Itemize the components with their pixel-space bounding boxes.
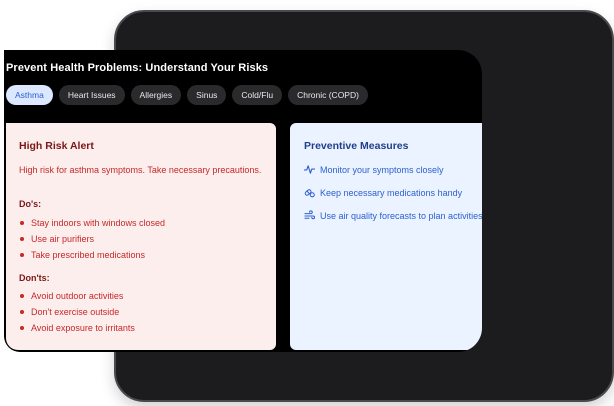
donts-list: Avoid outdoor activities Don't exercise … (19, 288, 135, 336)
preventive-item-label: Monitor your symptoms closely (320, 164, 444, 175)
risk-title: High Risk Alert (19, 140, 94, 152)
dos-item-label: Take prescribed medications (31, 250, 146, 260)
bullet-icon (20, 237, 24, 241)
tab-chronic-copd[interactable]: Chronic (COPD) (288, 85, 368, 105)
donts-heading: Don'ts: (19, 273, 50, 283)
dos-item-label: Use air purifiers (31, 234, 95, 244)
activity-icon (304, 165, 315, 174)
preventive-measures-card: Preventive Measures Monitor your symptom… (290, 123, 482, 350)
preventive-item: Keep necessary medications handy (304, 187, 462, 198)
page-title: Prevent Health Problems: Understand Your… (6, 62, 269, 74)
list-item: Avoid exposure to irritants (19, 320, 135, 336)
bullet-icon (20, 294, 24, 298)
list-item: Stay indoors with windows closed (19, 215, 165, 231)
tab-asthma[interactable]: Asthma (6, 85, 53, 105)
bullet-icon (20, 253, 24, 257)
bullet-icon (20, 310, 24, 314)
donts-item-label: Avoid exposure to irritants (31, 323, 135, 333)
screenshot-stage: Prevent Health Problems: Understand Your… (0, 0, 614, 406)
dos-list: Stay indoors with windows closed Use air… (19, 215, 165, 263)
tab-heart-issues[interactable]: Heart Issues (58, 85, 125, 105)
donts-item-label: Don't exercise outside (31, 307, 120, 317)
health-risks-panel: Prevent Health Problems: Understand Your… (4, 50, 482, 352)
tab-cold-flu[interactable]: Cold/Flu (232, 85, 283, 105)
preventive-item: Monitor your symptoms closely (304, 164, 444, 175)
donts-item-label: Avoid outdoor activities (31, 291, 124, 301)
preventive-item: Use air quality forecasts to plan activi… (304, 210, 482, 221)
wind-icon (304, 210, 315, 220)
dos-heading: Do's: (19, 199, 42, 209)
tab-sinus[interactable]: Sinus (187, 85, 227, 105)
bullet-icon (20, 326, 24, 330)
risk-description: High risk for asthma symptoms. Take nece… (19, 165, 262, 175)
preventive-item-label: Keep necessary medications handy (320, 187, 463, 198)
dos-item-label: Stay indoors with windows closed (31, 218, 166, 228)
high-risk-alert-card: High Risk Alert High risk for asthma sym… (6, 123, 276, 350)
tab-allergies[interactable]: Allergies (130, 85, 182, 105)
list-item: Don't exercise outside (19, 304, 135, 320)
list-item: Avoid outdoor activities (19, 288, 135, 304)
preventive-title: Preventive Measures (304, 140, 409, 152)
pills-icon (304, 189, 315, 198)
bullet-icon (20, 221, 24, 225)
list-item: Take prescribed medications (19, 247, 165, 263)
condition-tabs: Asthma Heart Issues Allergies Sinus Cold… (6, 85, 368, 105)
preventive-item-label: Use air quality forecasts to plan activi… (320, 210, 482, 221)
list-item: Use air purifiers (19, 231, 165, 247)
